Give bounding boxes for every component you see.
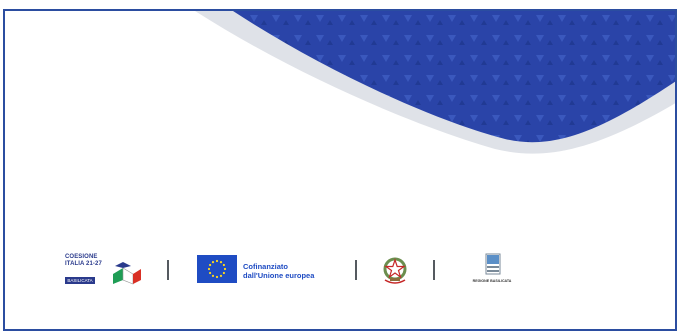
regione-basilicata-icon: [485, 253, 501, 275]
coesione-3d-mark-icon: [113, 262, 141, 285]
logo-divider-3: [433, 260, 435, 280]
regione-basilicata-logo: REGIONE BASILICATA: [461, 253, 525, 287]
cover-frame: COESIONE ITALIA 21-27 BASILICATA Cofinan…: [3, 9, 677, 331]
coesione-badge: BASILICATA: [65, 277, 95, 284]
regione-label: REGIONE BASILICATA: [472, 279, 512, 283]
logo-divider-2: [355, 260, 357, 280]
coesione-italia-logo: COESIONE ITALIA 21-27 BASILICATA: [65, 254, 145, 288]
italian-republic-emblem-icon: [383, 257, 407, 284]
eu-line2: dall'Unione europea: [243, 271, 315, 280]
coesione-text: COESIONE ITALIA 21-27: [65, 254, 102, 267]
eu-text: Cofinanziato dall'Unione europea: [243, 262, 314, 280]
logo-row: COESIONE ITALIA 21-27 BASILICATA Cofinan…: [5, 251, 675, 291]
decorative-wave-banner: [195, 11, 675, 154]
eu-flag-icon: [197, 255, 237, 283]
cover-page: COESIONE ITALIA 21-27 BASILICATA Cofinan…: [0, 0, 682, 333]
eu-line1: Cofinanziato: [243, 262, 288, 271]
coesione-line1: COESIONE: [65, 254, 98, 260]
logo-divider-1: [167, 260, 169, 280]
eu-cofinanced-logo: Cofinanziato dall'Unione europea: [197, 255, 347, 285]
coesione-line2: ITALIA 21-27: [65, 260, 102, 267]
